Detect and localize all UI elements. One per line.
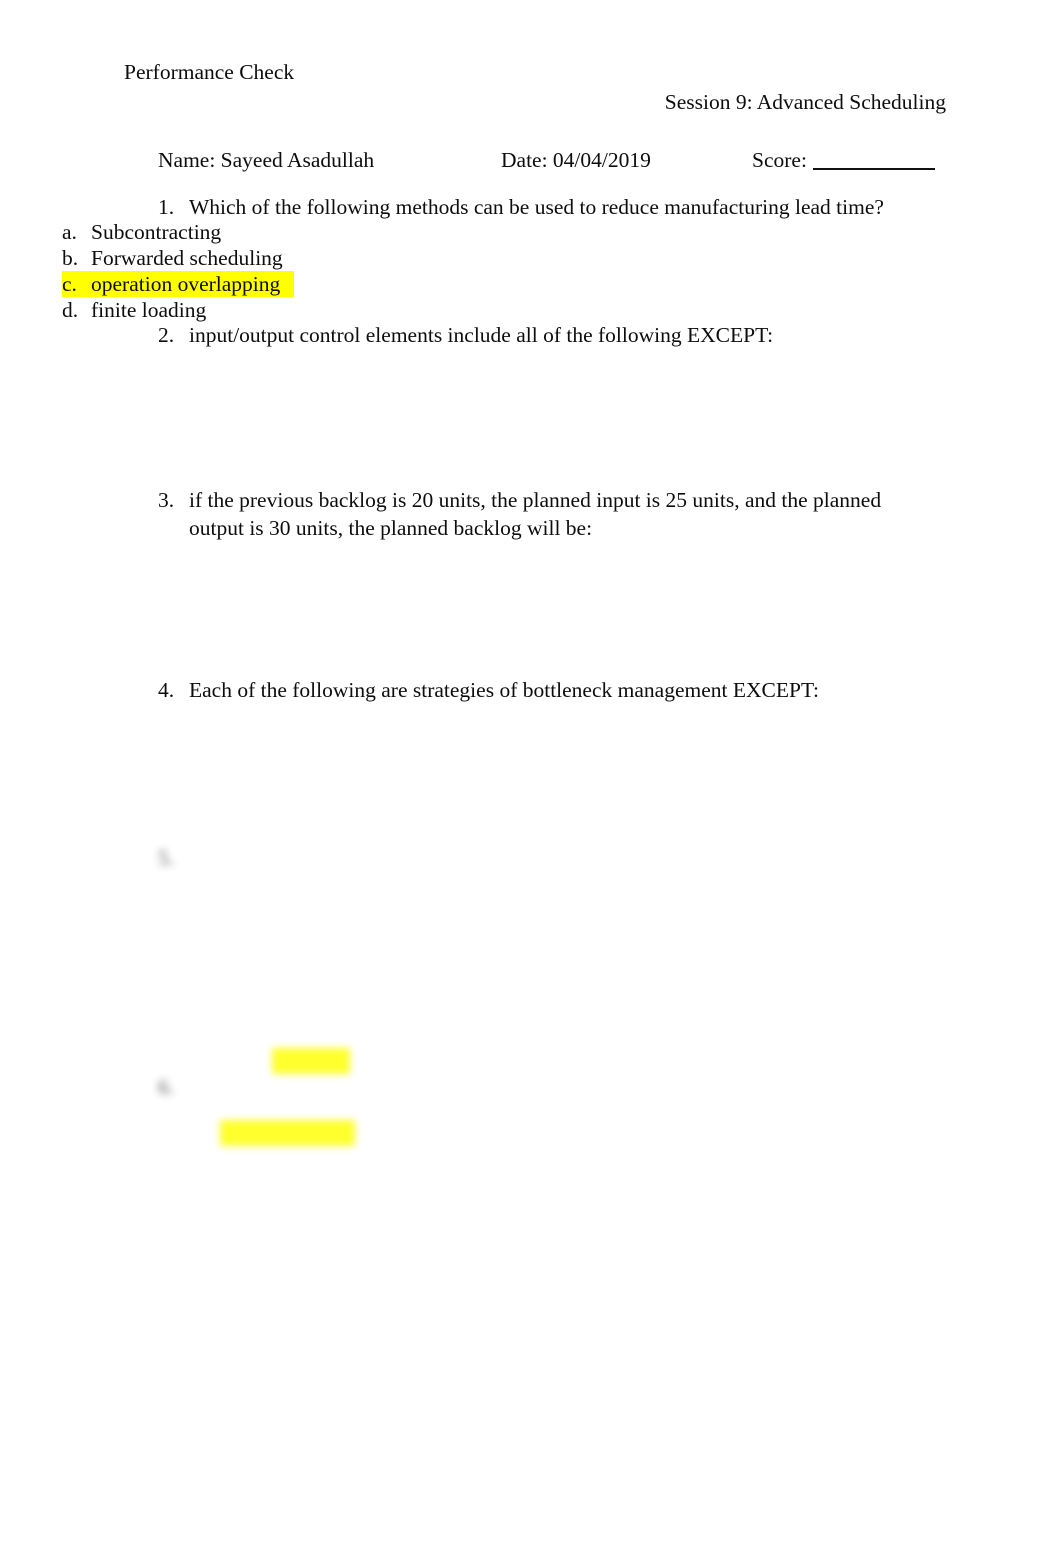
- option-1c-label: operation overlapping: [91, 272, 281, 296]
- option-1a-marker: a.: [62, 220, 77, 244]
- question-1-text: Which of the following methods can be us…: [189, 195, 884, 219]
- identity-row: Name: Sayeed Asadullah Date: 04/04/2019 …: [158, 145, 948, 175]
- question-1: 1. Which of the following methods can be…: [158, 193, 948, 221]
- option-1c-marker: c.: [62, 272, 77, 296]
- option-1d-label: finite loading: [91, 298, 207, 322]
- option-6d[interactable]: [220, 1198, 355, 1224]
- option-6a[interactable]: [220, 1120, 355, 1146]
- question-2-text: input/output control elements include al…: [189, 323, 774, 347]
- question-2-number: 2.: [158, 323, 175, 347]
- question-2: 2. input/output control elements include…: [158, 321, 948, 349]
- option-1b-marker: b.: [62, 246, 79, 270]
- question-6-options: [220, 1120, 355, 1224]
- student-name-field: Name: Sayeed Asadullah: [158, 148, 375, 172]
- table-row: [220, 894, 542, 920]
- question-5-options: [272, 970, 350, 1074]
- option-1a-label: Subcontracting: [91, 220, 222, 244]
- question-4-number: 4.: [158, 678, 175, 702]
- option-5a[interactable]: [272, 970, 350, 996]
- option-5d[interactable]: [272, 1048, 350, 1074]
- option-6c[interactable]: [220, 1172, 355, 1198]
- question-6-number: 6.: [158, 1075, 175, 1099]
- option-1b-label: Forwarded scheduling: [91, 246, 283, 270]
- document-page: Performance Check Session 9: Advanced Sc…: [0, 0, 1062, 1561]
- date-field: Date: 04/04/2019: [501, 148, 651, 172]
- option-6b[interactable]: [220, 1146, 355, 1172]
- header-title-right: Session 9: Advanced Scheduling: [664, 90, 946, 114]
- question-3: 3. if the previous backlog is 20 units, …: [158, 486, 933, 542]
- option-5b[interactable]: [272, 996, 350, 1022]
- question-4: 4. Each of the following are strategies …: [158, 676, 948, 704]
- question-1-options: a. Subcontracting b. Forwarded scheduling …: [62, 219, 295, 323]
- header-title-left: Performance Check: [124, 60, 295, 84]
- score-label: Score:: [752, 148, 807, 172]
- option-1a[interactable]: a. Subcontracting: [62, 219, 294, 245]
- table-row: [220, 946, 542, 972]
- option-1d-marker: d.: [62, 298, 79, 322]
- question-5-table: [220, 868, 542, 972]
- option-1c[interactable]: c. operation overlapping: [62, 271, 295, 297]
- out-of-focus-section: 5. 6.: [0, 828, 1062, 1248]
- question-4-text: Each of the following are strategies of …: [189, 678, 819, 702]
- question-5-number: 5.: [158, 846, 175, 870]
- option-1d[interactable]: d. finite loading: [62, 297, 294, 323]
- question-1-number: 1.: [158, 195, 175, 219]
- table-row: [220, 920, 542, 946]
- question-3-text: if the previous backlog is 20 units, the…: [189, 488, 882, 540]
- option-1b[interactable]: b. Forwarded scheduling: [62, 245, 294, 271]
- table-header-row: [220, 868, 542, 894]
- question-3-number: 3.: [158, 488, 175, 512]
- score-field: Score:: [752, 145, 935, 175]
- score-blank-line[interactable]: [812, 168, 935, 170]
- option-5c[interactable]: [272, 1022, 350, 1048]
